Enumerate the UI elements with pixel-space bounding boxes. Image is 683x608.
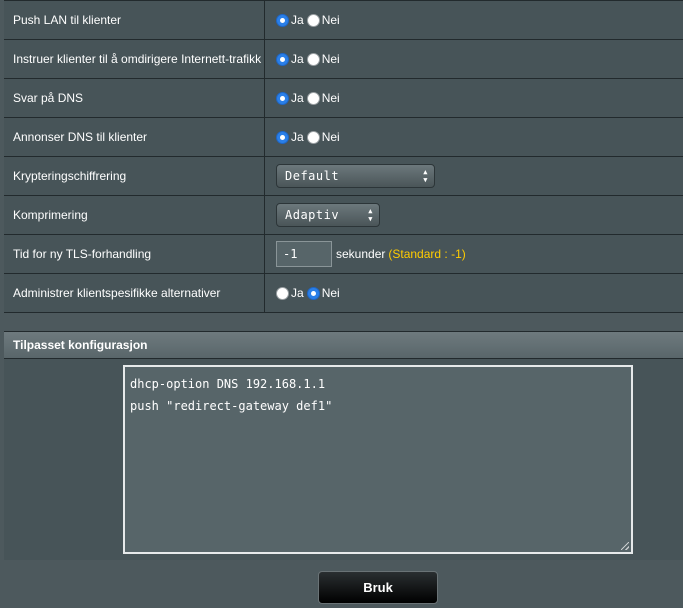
setting-label: Administrer klientspesifikke alternative… (4, 274, 265, 312)
tls-renegotiation-input[interactable]: -1 (276, 241, 332, 267)
respond-dns-yes-radio[interactable] (276, 91, 289, 105)
radio-label-no: Nei (321, 13, 340, 27)
select-arrows-icon: ▲ ▼ (368, 207, 373, 223)
advertise-dns-yes-radio[interactable] (276, 130, 289, 144)
client-specific-yes-radio[interactable] (276, 286, 289, 300)
client-specific-no-radio[interactable] (306, 286, 320, 300)
select-arrows-icon: ▲ ▼ (423, 168, 428, 184)
custom-config-section: Tilpasset konfigurasjon dhcp-option DNS … (4, 331, 683, 561)
custom-config-body: dhcp-option DNS 192.168.1.1 push "redire… (4, 359, 683, 560)
radio-label-yes: Ja (291, 286, 304, 300)
setting-row-cipher: Krypteringschiffrering Default ▲ ▼ (4, 157, 683, 196)
setting-label: Krypteringschiffrering (4, 157, 265, 195)
setting-value: Ja Nei (265, 274, 683, 312)
radio-label-no: Nei (321, 52, 340, 66)
respond-dns-no-radio[interactable] (306, 91, 320, 105)
client-specific-radio-group: Ja Nei (276, 286, 343, 300)
setting-value: Ja Nei (265, 118, 683, 156)
setting-row-client-specific: Administrer klientspesifikke alternative… (4, 274, 683, 313)
setting-value: Ja Nei (265, 1, 683, 39)
setting-label: Tid for ny TLS-forhandling (4, 235, 265, 273)
custom-config-textarea[interactable]: dhcp-option DNS 192.168.1.1 push "redire… (123, 365, 633, 554)
setting-value: -1 sekunder (Standard : -1) (265, 235, 683, 273)
setting-value: Ja Nei (265, 79, 683, 117)
setting-label: Svar på DNS (4, 79, 265, 117)
setting-row-respond-dns: Svar på DNS Ja Nei (4, 79, 683, 118)
redirect-traffic-radio-group: Ja Nei (276, 52, 343, 66)
push-lan-no-radio[interactable] (306, 13, 320, 27)
push-lan-yes-radio[interactable] (276, 13, 289, 27)
radio-label-yes: Ja (291, 130, 304, 144)
compression-select-value: Adaptiv (285, 208, 340, 222)
radio-label-yes: Ja (291, 91, 304, 105)
advertise-dns-radio-group: Ja Nei (276, 130, 343, 144)
setting-value: Ja Nei (265, 40, 683, 78)
apply-button[interactable]: Bruk (318, 571, 438, 604)
setting-row-tls-renegotiation: Tid for ny TLS-forhandling -1 sekunder (… (4, 235, 683, 274)
tls-unit-label: sekunder (336, 247, 386, 261)
radio-label-no: Nei (321, 91, 340, 105)
custom-config-title: Tilpasset konfigurasjon (4, 332, 683, 359)
radio-label-no: Nei (321, 130, 340, 144)
setting-value: Default ▲ ▼ (265, 157, 683, 195)
cipher-select[interactable]: Default ▲ ▼ (276, 164, 435, 188)
setting-row-push-lan: Push LAN til klienter Ja Nei (4, 1, 683, 40)
setting-label: Push LAN til klienter (4, 1, 265, 39)
radio-label-no: Nei (321, 286, 340, 300)
redirect-traffic-no-radio[interactable] (306, 52, 320, 66)
cipher-select-value: Default (285, 169, 340, 183)
setting-value: Adaptiv ▲ ▼ (265, 196, 683, 234)
setting-row-advertise-dns: Annonser DNS til klienter Ja Nei (4, 118, 683, 157)
radio-label-yes: Ja (291, 13, 304, 27)
setting-label: Instruer klienter til å omdirigere Inter… (4, 40, 265, 78)
setting-row-redirect-traffic: Instruer klienter til å omdirigere Inter… (4, 40, 683, 79)
radio-label-yes: Ja (291, 52, 304, 66)
setting-row-compression: Komprimering Adaptiv ▲ ▼ (4, 196, 683, 235)
compression-select[interactable]: Adaptiv ▲ ▼ (276, 203, 380, 227)
push-lan-radio-group: Ja Nei (276, 13, 343, 27)
setting-label: Komprimering (4, 196, 265, 234)
redirect-traffic-yes-radio[interactable] (276, 52, 289, 66)
advertise-dns-no-radio[interactable] (306, 130, 320, 144)
setting-label: Annonser DNS til klienter (4, 118, 265, 156)
tls-default-hint: (Standard : -1) (388, 247, 466, 261)
vpn-settings-table: Push LAN til klienter Ja Nei Instruer kl… (4, 0, 683, 321)
resize-handle-icon[interactable] (621, 542, 629, 550)
respond-dns-radio-group: Ja Nei (276, 91, 343, 105)
